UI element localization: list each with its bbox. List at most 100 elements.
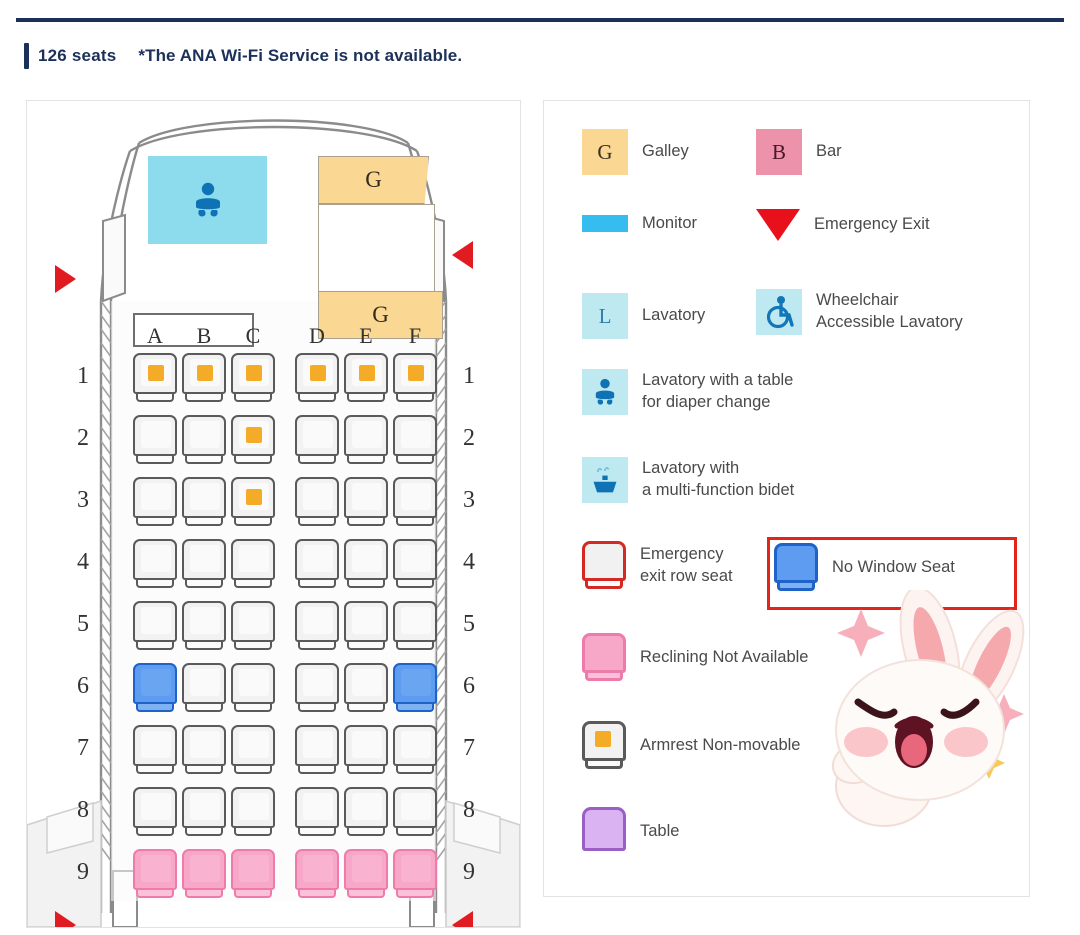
seat-4D[interactable] (295, 539, 339, 591)
seat-8D[interactable] (295, 787, 339, 839)
legend-item-bar[interactable]: B Bar (756, 129, 842, 175)
seat-5E[interactable] (344, 601, 388, 653)
legend-item-lavatory[interactable]: L Lavatory (582, 293, 705, 339)
seat-7D[interactable] (295, 725, 339, 777)
seat-6B[interactable] (182, 663, 226, 715)
seat-2D[interactable] (295, 415, 339, 467)
legend-item-no-recline[interactable]: Reclining Not Available (582, 633, 808, 683)
legend-item-table[interactable]: Table (582, 807, 679, 857)
seat-cushion (400, 855, 431, 882)
seat-5F[interactable] (393, 601, 437, 653)
seat-back (182, 539, 226, 580)
seat-4E[interactable] (344, 539, 388, 591)
seat-3C[interactable] (231, 477, 275, 529)
seat-4A[interactable] (133, 539, 177, 591)
seat-1F[interactable] (393, 353, 437, 405)
seat-4B[interactable] (182, 539, 226, 591)
seat-8C[interactable] (231, 787, 275, 839)
seat-9C[interactable] (231, 849, 275, 901)
seat-7B[interactable] (182, 725, 226, 777)
seat-2F[interactable] (393, 415, 437, 467)
seat-1E[interactable] (344, 353, 388, 405)
seat-8B[interactable] (182, 787, 226, 839)
seat-back (182, 725, 226, 766)
seat-1B[interactable] (182, 353, 226, 405)
seat-5D[interactable] (295, 601, 339, 653)
seat-9A[interactable] (133, 849, 177, 901)
legend-item-diaper-lav[interactable]: Lavatory with a table for diaper change (582, 369, 793, 415)
seat-8F[interactable] (393, 787, 437, 839)
seat-cushion (400, 793, 431, 820)
column-letter-e: E (359, 323, 373, 348)
legend-item-emergency-exit[interactable]: Emergency Exit (756, 209, 930, 241)
seat-4C[interactable] (231, 539, 275, 591)
galley-mid-gap (318, 204, 435, 292)
seat-1D[interactable] (295, 353, 339, 405)
seat-3F[interactable] (393, 477, 437, 529)
row-number-right-8: 8 (463, 797, 475, 823)
seat-map-panel: G G ABC DEF 112233445566778899 (26, 100, 521, 928)
seat-3E[interactable] (344, 477, 388, 529)
seat-9D[interactable] (295, 849, 339, 901)
seat-1C[interactable] (231, 353, 275, 405)
seat-back (182, 353, 226, 394)
seat-5B[interactable] (182, 601, 226, 653)
cabin-diagram: G G ABC DEF 112233445566778899 (27, 101, 520, 927)
seat-back (182, 787, 226, 828)
seat-back (182, 849, 226, 890)
seat-3D[interactable] (295, 477, 339, 529)
bar-swatch: B (756, 129, 802, 175)
seat-7C[interactable] (231, 725, 275, 777)
seat-6F[interactable] (393, 663, 437, 715)
seat-cushion (140, 483, 171, 510)
armrest-non-movable-marker (197, 365, 213, 381)
seat-8A[interactable] (133, 787, 177, 839)
seat-cushion (302, 793, 333, 820)
seat-cushion (302, 421, 333, 448)
seat-8E[interactable] (344, 787, 388, 839)
seat-cushion (140, 545, 171, 572)
seat-9B[interactable] (182, 849, 226, 901)
seat-6E[interactable] (344, 663, 388, 715)
seat-back (182, 663, 226, 704)
seat-back (231, 849, 275, 890)
emergency-exit-marker-right-forward (452, 241, 473, 269)
seat-back (582, 633, 626, 673)
seat-7A[interactable] (133, 725, 177, 777)
seat-6D[interactable] (295, 663, 339, 715)
seat-9E[interactable] (344, 849, 388, 901)
legend-item-wheelchair-lav[interactable]: Wheelchair Accessible Lavatory (756, 289, 963, 335)
seat-cushion (400, 669, 431, 696)
armrest-non-movable-marker (246, 489, 262, 505)
row-number-left-7: 7 (77, 735, 89, 761)
seat-7E[interactable] (344, 725, 388, 777)
seat-cushion (400, 607, 431, 634)
seat-5A[interactable] (133, 601, 177, 653)
seat-2E[interactable] (344, 415, 388, 467)
seat-2C[interactable] (231, 415, 275, 467)
row-number-right-4: 4 (463, 549, 475, 575)
legend-item-exit-row-seat[interactable]: Emergency exit row seat (582, 541, 733, 591)
seat-2A[interactable] (133, 415, 177, 467)
header-divider (16, 18, 1064, 22)
seat-9F[interactable] (393, 849, 437, 901)
legend-item-armrest-fixed[interactable]: Armrest Non-movable (582, 721, 800, 771)
seat-7F[interactable] (393, 725, 437, 777)
seat-back (393, 663, 437, 704)
seat-3A[interactable] (133, 477, 177, 529)
legend-item-bidet-lav[interactable]: Lavatory with a multi-function bidet (582, 457, 794, 503)
seat-4F[interactable] (393, 539, 437, 591)
seat-back (133, 725, 177, 766)
seat-1A[interactable] (133, 353, 177, 405)
seat-3B[interactable] (182, 477, 226, 529)
seat-back (344, 725, 388, 766)
legend-item-galley[interactable]: G Galley (582, 129, 689, 175)
seat-back (295, 353, 339, 394)
seat-5C[interactable] (231, 601, 275, 653)
seat-6A[interactable] (133, 663, 177, 715)
seat-6C[interactable] (231, 663, 275, 715)
seat-2B[interactable] (182, 415, 226, 467)
legend-label-exit-row-seat: Emergency exit row seat (640, 545, 733, 585)
emergency-exit-triangle-icon (756, 209, 800, 241)
legend-item-monitor[interactable]: Monitor (582, 213, 697, 235)
